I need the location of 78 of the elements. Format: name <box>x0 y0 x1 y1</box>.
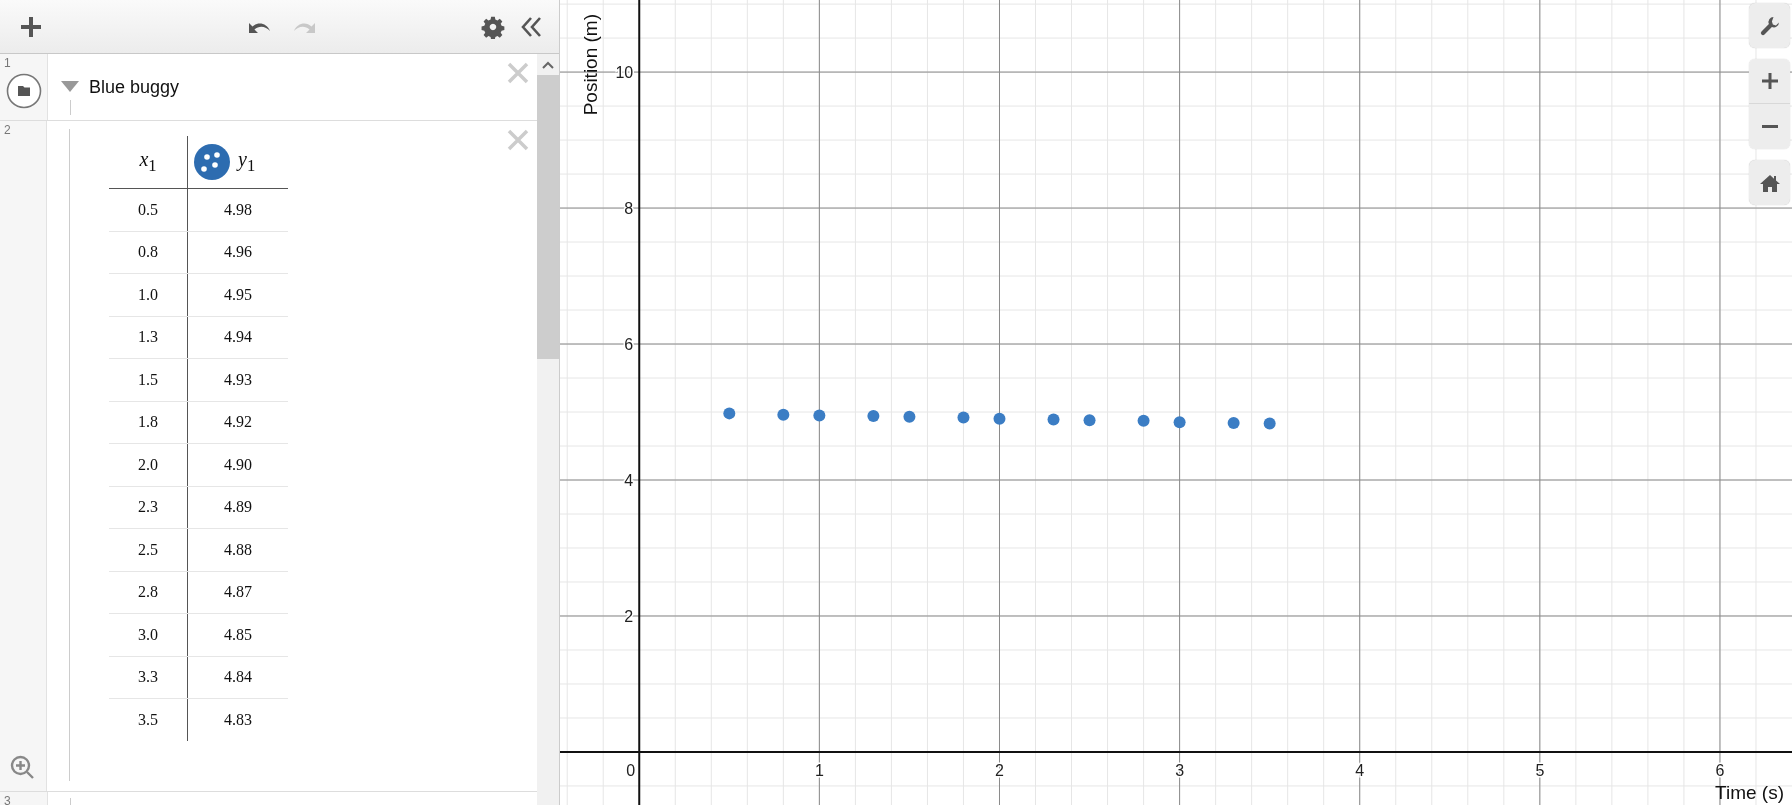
data-point[interactable] <box>777 408 790 421</box>
table-cell[interactable]: 1.0 <box>138 285 158 303</box>
line-number: 2 <box>4 123 11 137</box>
point-style-icon[interactable] <box>194 144 230 180</box>
tick-label: 6 <box>1715 761 1725 779</box>
plus-icon <box>20 15 42 38</box>
table-cell[interactable]: 3.0 <box>138 625 158 643</box>
tick-label: 6 <box>624 336 634 354</box>
tick-label: 2 <box>995 761 1004 779</box>
table-cell[interactable]: 4.90 <box>224 455 252 473</box>
data-point[interactable] <box>1263 417 1276 430</box>
expand-triangle-icon[interactable] <box>61 81 79 93</box>
tick-label: 2 <box>624 608 634 625</box>
table-cell[interactable]: 3.5 <box>138 710 158 728</box>
tick-label: 4 <box>1355 761 1365 779</box>
table-cell[interactable]: 3.3 <box>138 668 158 686</box>
home-button[interactable] <box>1749 160 1790 205</box>
table-cell[interactable]: 2.5 <box>138 540 158 558</box>
data-point[interactable] <box>1047 413 1060 426</box>
data-point[interactable] <box>1137 414 1150 427</box>
wrench-icon <box>1759 15 1780 36</box>
table-cell[interactable]: 1.3 <box>138 328 158 346</box>
table-cell[interactable]: 4.94 <box>224 328 252 346</box>
table-cell[interactable]: 4.88 <box>224 540 252 558</box>
table-cell[interactable]: 4.84 <box>224 668 252 686</box>
zoom-out-button[interactable] <box>1749 104 1790 149</box>
plus-icon <box>1761 73 1778 89</box>
table-cell[interactable]: 4.87 <box>224 583 252 601</box>
line-number: 1 <box>4 56 11 70</box>
table-cell[interactable]: 2.0 <box>138 455 158 473</box>
data-point[interactable] <box>1173 416 1186 429</box>
data-point[interactable] <box>903 410 916 423</box>
table-cell[interactable]: 4.92 <box>224 413 252 431</box>
table-cell[interactable]: 4.85 <box>224 625 252 643</box>
data-point[interactable] <box>867 410 880 423</box>
zoom-in-button[interactable] <box>1749 59 1790 104</box>
double-chevron-icon <box>521 15 543 38</box>
tick-label: 8 <box>624 200 634 218</box>
table-cell[interactable]: 4.98 <box>224 200 252 218</box>
data-point[interactable] <box>723 407 736 420</box>
table-cell[interactable]: 4.96 <box>224 243 252 261</box>
minus-icon <box>1761 124 1778 129</box>
line-number: 3 <box>4 794 11 805</box>
data-point[interactable] <box>1227 416 1240 429</box>
table-cell[interactable]: 1.5 <box>138 370 158 388</box>
tick-label: 4 <box>624 472 634 489</box>
table-cell[interactable]: 4.89 <box>224 498 252 516</box>
data-point[interactable] <box>813 409 826 422</box>
folder-title[interactable]: Blue buggy <box>89 76 180 98</box>
tick-label: 3 <box>1175 761 1185 779</box>
tick-label: 5 <box>1535 761 1545 779</box>
settings-icon <box>481 14 505 39</box>
table-cell[interactable]: 2.3 <box>138 498 158 516</box>
table-cell[interactable]: 2.8 <box>138 583 158 601</box>
data-point[interactable] <box>1083 414 1096 427</box>
tick-label: 1 <box>814 761 824 779</box>
column-header[interactable]: x$_{1}$ <box>139 148 157 170</box>
tick-label: 10 <box>615 64 634 82</box>
zoom-in-icon[interactable] <box>10 755 36 781</box>
scrollbar[interactable] <box>537 54 559 805</box>
table-cell[interactable]: 0.5 <box>138 200 158 218</box>
column-header[interactable]: y$_{1}$ <box>238 148 256 176</box>
home-icon <box>1759 173 1780 192</box>
tick-label: 0 <box>626 761 636 779</box>
graph-paper[interactable]: 0 1 2 3 4 5 6 2 4 6 8 10 Time (s) Position (m) <box>560 0 1792 805</box>
table-cell[interactable]: 4.93 <box>224 370 252 388</box>
y-axis-label: Position (m) <box>580 14 602 116</box>
table-cell[interactable]: 1.8 <box>138 413 158 431</box>
scroll-up-icon[interactable] <box>542 61 554 69</box>
data-point[interactable] <box>993 412 1006 425</box>
graph-settings-button[interactable] <box>1749 3 1790 48</box>
x-axis-label: Time (s) <box>1715 782 1784 803</box>
scrollbar-thumb[interactable] <box>537 75 559 359</box>
table-cell[interactable]: 4.83 <box>224 710 252 728</box>
folder-icon[interactable] <box>5 73 42 109</box>
data-point[interactable] <box>957 411 970 424</box>
table-cell[interactable]: 0.8 <box>138 243 158 261</box>
table-cell[interactable]: 4.95 <box>224 285 252 303</box>
